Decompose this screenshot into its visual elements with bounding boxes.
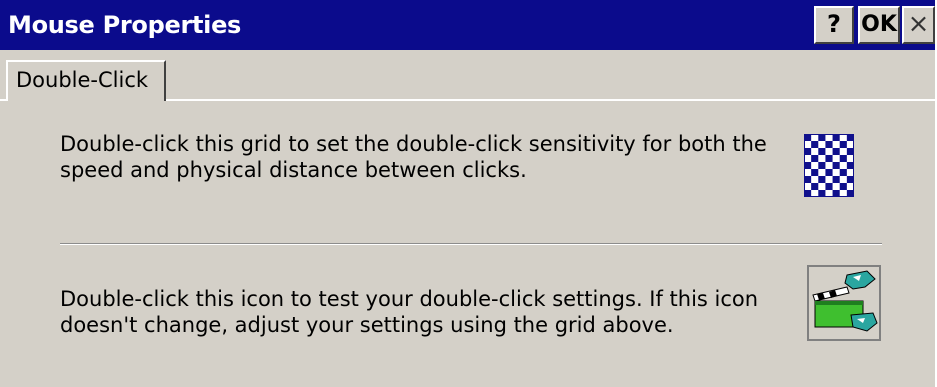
help-button[interactable]: ? bbox=[814, 6, 854, 44]
close-button[interactable]: × bbox=[902, 6, 935, 44]
ok-button[interactable]: OK bbox=[858, 6, 900, 44]
section-divider bbox=[60, 243, 882, 245]
clapperboard-test-icon[interactable] bbox=[807, 265, 881, 341]
grid-instruction-text: Double-click this grid to set the double… bbox=[60, 132, 767, 182]
mouse-properties-window: Mouse Properties ? OK × Double-Click Dou… bbox=[0, 0, 937, 387]
tab-double-click[interactable]: Double-Click bbox=[6, 60, 166, 101]
title-bar: Mouse Properties ? OK × bbox=[0, 0, 935, 50]
double-click-grid-icon[interactable] bbox=[804, 134, 854, 197]
tab-panel-border bbox=[166, 99, 935, 101]
window-title: Mouse Properties bbox=[8, 11, 242, 39]
test-instruction-text: Double-click this icon to test your doub… bbox=[60, 287, 759, 337]
